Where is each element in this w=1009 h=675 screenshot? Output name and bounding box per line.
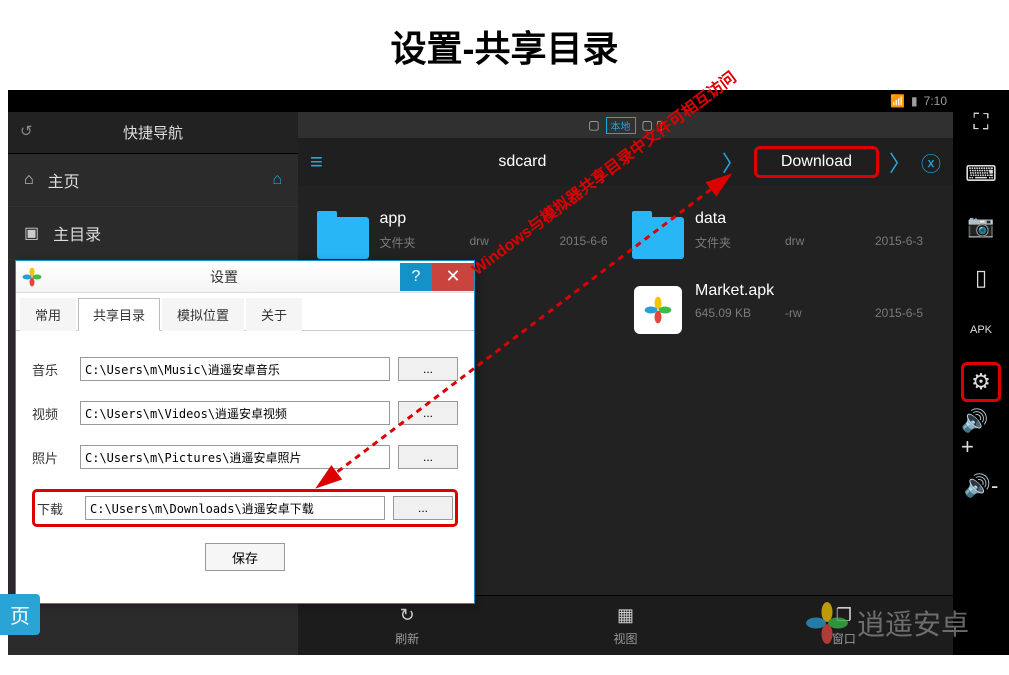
- browse-button[interactable]: ...: [398, 401, 458, 425]
- path-label: 音乐: [32, 360, 72, 379]
- browse-button[interactable]: ...: [393, 496, 453, 520]
- close-icon: ✕: [445, 266, 460, 287]
- path-row-music: 音乐 ...: [32, 357, 458, 381]
- music-path-input[interactable]: [80, 357, 390, 381]
- bottom-label: 视图: [613, 630, 637, 647]
- location-bar: ▢ 本地 ▢ ▯: [298, 112, 953, 138]
- settings-tabs: 常用 共享目录 模拟位置 关于: [16, 293, 474, 331]
- settings-dialog: 设置 ? ✕ 常用 共享目录 模拟位置 关于 音乐 ... 视频 ... 照片 …: [15, 260, 475, 604]
- page-tab[interactable]: 页: [0, 594, 40, 635]
- settings-button[interactable]: ⚙: [961, 362, 1001, 402]
- app-logo-icon: [644, 296, 672, 324]
- statusbar-time: 7:10: [924, 94, 947, 108]
- brand-watermark: 逍遥安卓: [805, 601, 969, 645]
- refresh-button[interactable]: ↻ 刷新: [395, 605, 419, 647]
- sidebar-item-label: 主目录: [53, 221, 101, 245]
- home-icon: ⌂: [24, 171, 34, 189]
- grid-icon: ▦: [617, 605, 634, 626]
- path-label: 照片: [32, 448, 72, 467]
- folder-icon: ▣: [24, 223, 39, 243]
- help-icon: ?: [412, 268, 421, 286]
- app-logo-icon: [22, 267, 42, 287]
- home-icon: ⌂: [272, 171, 282, 189]
- chevron-right-icon: 〉: [889, 146, 911, 178]
- volume-up-button[interactable]: 🔊+: [961, 414, 1001, 454]
- refresh-icon: ↻: [400, 605, 415, 626]
- volume-down-icon: 🔊-: [964, 473, 999, 499]
- video-path-input[interactable]: [80, 401, 390, 425]
- file-date: 2015-6-5: [875, 306, 935, 320]
- file-name: app: [380, 210, 620, 228]
- file-name: Market.apk: [695, 282, 935, 300]
- dialog-title: 设置: [48, 267, 400, 287]
- breadcrumb-download[interactable]: Download: [754, 146, 879, 178]
- tab-about[interactable]: 关于: [246, 298, 302, 331]
- path-label: 视频: [32, 404, 72, 423]
- fullscreen-button[interactable]: ⛶: [961, 102, 1001, 142]
- help-button[interactable]: ?: [400, 263, 432, 291]
- path-label: 下载: [37, 499, 77, 518]
- path-row-video: 视频 ...: [32, 401, 458, 425]
- camera-button[interactable]: 📷: [961, 206, 1001, 246]
- path-row-photo: 照片 ...: [32, 445, 458, 469]
- location-badge: 本地: [606, 117, 636, 134]
- keyboard-button[interactable]: ⌨: [961, 154, 1001, 194]
- gear-icon: ⚙: [971, 369, 991, 395]
- file-item-data[interactable]: data 文件夹 drw 2015-6-3: [626, 202, 942, 274]
- photo-path-input[interactable]: [80, 445, 390, 469]
- device-icon: ▯: [975, 265, 987, 291]
- file-type: 文件夹: [380, 234, 440, 251]
- settings-body: 音乐 ... 视频 ... 照片 ... 下载 ... 保存: [16, 331, 474, 603]
- battery-icon: ▮: [911, 94, 918, 108]
- folder-icon: [632, 210, 686, 266]
- sidebar-item-root[interactable]: ▣ 主目录: [8, 207, 298, 260]
- file-type: 文件夹: [695, 234, 755, 251]
- tab-mock-location[interactable]: 模拟位置: [162, 298, 244, 331]
- breadcrumb-sdcard[interactable]: sdcard: [333, 153, 712, 171]
- watermark-text: 逍遥安卓: [857, 603, 969, 643]
- download-path-input[interactable]: [85, 496, 385, 520]
- camera-icon: 📷: [967, 213, 994, 239]
- file-size: 645.09 KB: [695, 306, 755, 320]
- browse-button[interactable]: ...: [398, 357, 458, 381]
- path-row-download: 下载 ...: [32, 489, 458, 527]
- menu-icon[interactable]: ≡: [310, 149, 323, 175]
- file-date: 2015-6-3: [875, 234, 935, 251]
- sidebar-item-label: 主页: [48, 168, 80, 192]
- folder-icon: [316, 210, 370, 266]
- file-perm: drw: [785, 234, 845, 251]
- wifi-icon: 📶: [890, 94, 905, 108]
- file-item-market-apk[interactable]: Market.apk 645.09 KB -rw 2015-6-5: [626, 274, 942, 346]
- app-logo-icon: [805, 601, 849, 645]
- sidebar-item-home[interactable]: ⌂ 主页 ⌂: [8, 154, 298, 207]
- page-title: 设置-共享目录: [0, 0, 1009, 87]
- device-icon: ▢: [588, 118, 599, 132]
- tab-general[interactable]: 常用: [20, 298, 76, 331]
- close-icon[interactable]: ⓧ: [921, 148, 941, 177]
- shake-button[interactable]: ▯: [961, 258, 1001, 298]
- browse-button[interactable]: ...: [398, 445, 458, 469]
- file-date: 2015-6-6: [560, 234, 620, 251]
- close-button[interactable]: ✕: [432, 263, 474, 291]
- apk-install-button[interactable]: APK: [961, 310, 1001, 350]
- bottom-label: 刷新: [395, 630, 419, 647]
- dialog-titlebar[interactable]: 设置 ? ✕: [16, 261, 474, 293]
- tab-shared-folders[interactable]: 共享目录: [78, 298, 160, 331]
- view-button[interactable]: ▦ 视图: [613, 605, 637, 647]
- volume-down-button[interactable]: 🔊-: [961, 466, 1001, 506]
- file-name: data: [695, 210, 935, 228]
- android-statusbar: 📶 ▮ 7:10: [8, 90, 953, 112]
- volume-up-icon: 🔊+: [961, 408, 1001, 460]
- fullscreen-icon: ⛶: [973, 109, 988, 135]
- keyboard-icon: ⌨: [965, 161, 997, 187]
- emulator-side-toolbar: ⛶ ⌨ 📷 ▯ APK ⚙ 🔊+ 🔊-: [953, 90, 1009, 655]
- chevron-right-icon: 〉: [722, 146, 744, 178]
- save-button[interactable]: 保存: [205, 543, 285, 571]
- sidebar-header: 快捷导航: [8, 112, 298, 154]
- file-perm: -rw: [785, 306, 845, 320]
- apk-icon: APK: [970, 324, 992, 336]
- apk-icon: [632, 282, 686, 338]
